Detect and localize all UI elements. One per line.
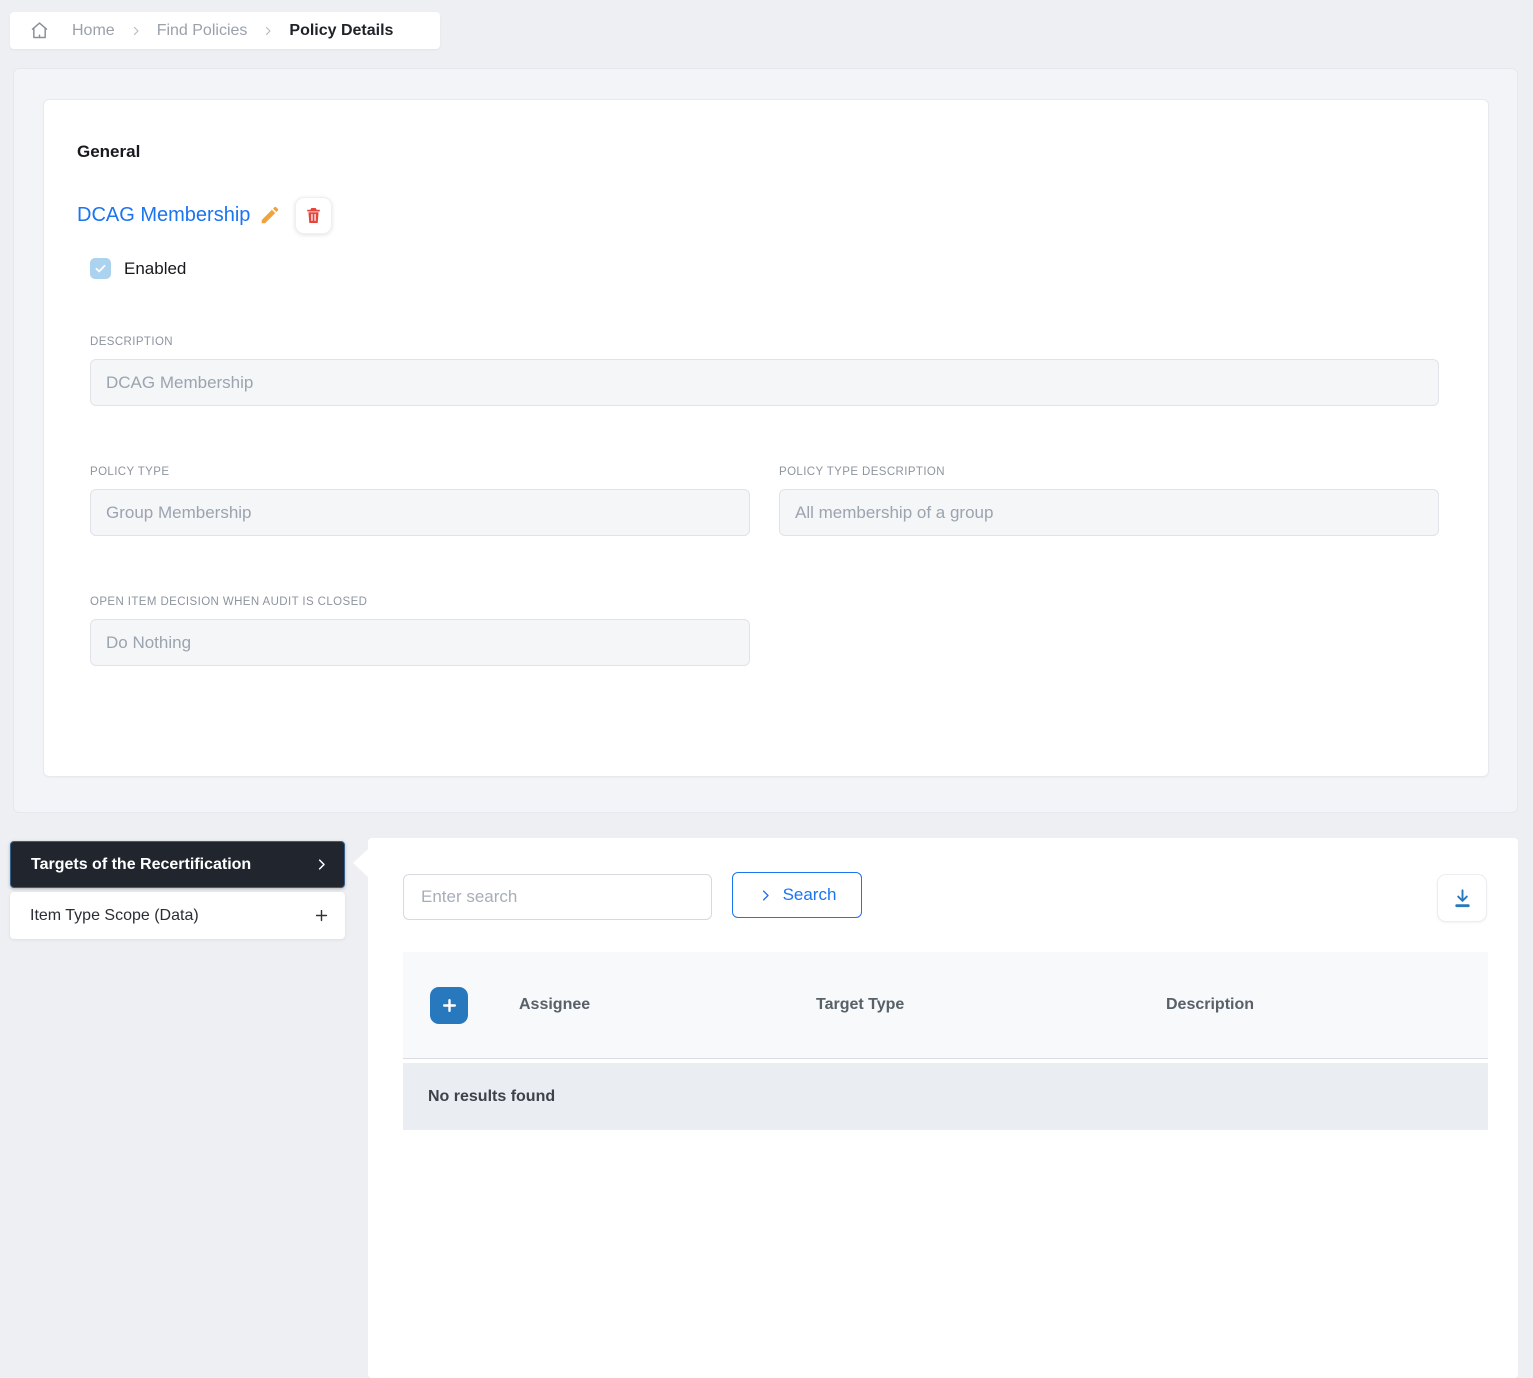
table-header-row: Assignee Target Type Description bbox=[403, 952, 1488, 1059]
enabled-row: Enabled bbox=[90, 258, 186, 279]
tab-targets-of-recertification[interactable]: Targets of the Recertification bbox=[10, 841, 345, 888]
search-button[interactable]: Search bbox=[732, 872, 862, 918]
targets-content-panel: Search Assignee Target Type Description … bbox=[368, 838, 1518, 1378]
breadcrumb-item-find-policies[interactable]: Find Policies bbox=[157, 22, 248, 40]
field-description: DESCRIPTION DCAG Membership bbox=[90, 336, 1439, 406]
column-header-assignee: Assignee bbox=[483, 996, 780, 1014]
search-input[interactable] bbox=[403, 874, 712, 920]
field-description-label: DESCRIPTION bbox=[90, 336, 1439, 348]
column-header-target-type: Target Type bbox=[780, 996, 1130, 1014]
chevron-right-icon bbox=[130, 25, 142, 37]
checkmark-icon bbox=[94, 262, 107, 275]
column-header-description: Description bbox=[1130, 996, 1488, 1014]
field-policy-type-description-input: All membership of a group bbox=[779, 489, 1439, 536]
field-policy-type-description-label: POLICY TYPE DESCRIPTION bbox=[779, 466, 1439, 478]
delete-policy-button[interactable] bbox=[295, 197, 332, 234]
active-tab-pointer bbox=[353, 849, 368, 877]
field-policy-type-label: POLICY TYPE bbox=[90, 466, 750, 478]
field-description-input: DCAG Membership bbox=[90, 359, 1439, 406]
breadcrumb-item-policy-details: Policy Details bbox=[289, 22, 393, 40]
plus-icon bbox=[441, 997, 458, 1014]
field-open-item-decision-input: Do Nothing bbox=[90, 619, 750, 666]
search-button-label: Search bbox=[783, 885, 837, 905]
chevron-right-icon bbox=[262, 25, 274, 37]
no-results-row: No results found bbox=[403, 1063, 1488, 1130]
chevron-right-icon bbox=[314, 857, 329, 872]
download-icon bbox=[1451, 886, 1474, 910]
general-heading: General bbox=[77, 142, 140, 162]
pencil-icon[interactable] bbox=[259, 204, 281, 226]
policy-name-link[interactable]: DCAG Membership bbox=[77, 204, 250, 227]
tab-label: Targets of the Recertification bbox=[31, 856, 251, 874]
field-policy-type-input: Group Membership bbox=[90, 489, 750, 536]
policy-title-row: DCAG Membership bbox=[77, 196, 332, 234]
enabled-checkbox[interactable] bbox=[90, 258, 111, 279]
field-open-item-decision: OPEN ITEM DECISION WHEN AUDIT IS CLOSED … bbox=[90, 596, 750, 666]
download-button[interactable] bbox=[1437, 874, 1487, 922]
general-panel: General DCAG Membership bbox=[13, 68, 1518, 813]
breadcrumb: Home Find Policies Policy Details bbox=[10, 12, 440, 49]
chevron-right-icon bbox=[758, 888, 773, 903]
add-target-button[interactable] bbox=[430, 987, 468, 1024]
home-icon[interactable] bbox=[29, 20, 50, 41]
trash-icon bbox=[304, 206, 323, 225]
field-open-item-decision-label: OPEN ITEM DECISION WHEN AUDIT IS CLOSED bbox=[90, 596, 750, 608]
plus-icon bbox=[313, 907, 330, 924]
tab-item-type-scope[interactable]: Item Type Scope (Data) bbox=[10, 892, 345, 939]
targets-table: Assignee Target Type Description No resu… bbox=[403, 952, 1488, 1130]
breadcrumb-item-home[interactable]: Home bbox=[72, 22, 115, 40]
enabled-label: Enabled bbox=[124, 259, 186, 279]
tab-label: Item Type Scope (Data) bbox=[30, 907, 199, 925]
field-policy-type: POLICY TYPE Group Membership bbox=[90, 466, 750, 536]
general-card: General DCAG Membership bbox=[43, 99, 1489, 777]
section-tabs: Targets of the Recertification Item Type… bbox=[10, 841, 345, 939]
field-policy-type-description: POLICY TYPE DESCRIPTION All membership o… bbox=[779, 466, 1439, 536]
